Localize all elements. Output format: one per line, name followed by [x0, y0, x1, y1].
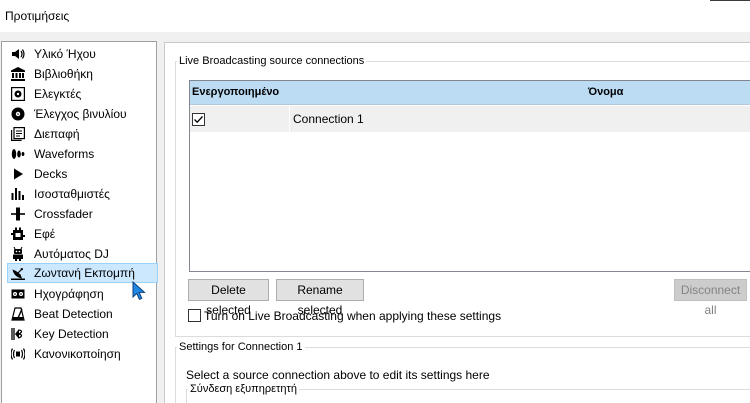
vinyl-icon	[11, 107, 25, 121]
server-connection-title: Σύνδεση εξυπηρετητή	[190, 383, 297, 395]
sidebar-item-label: Crossfader	[34, 207, 93, 221]
sidebar-item-label: Ζωντανή Εκπομπή	[34, 266, 135, 280]
interface-icon	[11, 127, 25, 141]
disconnect-all-button[interactable]: Disconnect all	[674, 279, 747, 317]
window-title: Προτιμήσεις	[5, 9, 70, 23]
enabled-cell[interactable]	[190, 106, 288, 132]
column-header-name[interactable]: Όνομα	[588, 86, 623, 98]
connection-enabled-checkbox[interactable]	[192, 113, 205, 126]
sidebar-item-label: Ηχογράφηση	[34, 287, 104, 301]
sidebar-item-key-detection[interactable]: Key Detection	[2, 324, 156, 344]
sidebar-item-label: Εφέ	[34, 227, 56, 241]
satellite-dish-icon	[11, 266, 25, 280]
sidebar-item-vinyl-control[interactable]: Έλεγχος βινυλίου	[2, 104, 156, 124]
column-header-enabled[interactable]: Ενεργοποιημένο	[192, 86, 279, 98]
waveform-icon	[11, 147, 25, 161]
sidebar-item-label: Βιβλιοθήκη	[34, 67, 93, 81]
speaker-icon	[11, 47, 25, 61]
sidebar-item-label: Beat Detection	[34, 307, 113, 321]
table-header: Ενεργοποιημένο Όνομα	[190, 81, 750, 105]
sidebar-item-label: Decks	[34, 167, 68, 181]
server-connection-group: Σύνδεση εξυπηρετητή	[186, 383, 750, 403]
sidebar-item-controllers[interactable]: Ελεγκτές	[2, 84, 156, 104]
sidebar-item-label: Key Detection	[34, 327, 109, 341]
sidebar-item-live-broadcasting[interactable]: Ζωντανή Εκπομπή	[7, 263, 158, 283]
source-connections-title: Live Broadcasting source connections	[179, 55, 365, 67]
recording-icon	[11, 287, 25, 301]
sidebar-item-auto-dj[interactable]: Αυτόματος DJ	[2, 244, 156, 264]
sidebar-item-waveforms[interactable]: Waveforms	[2, 144, 156, 164]
preferences-sidebar: Υλικό Ήχου Βιβλιοθήκη Ελεγκτές Έλεγχος β…	[1, 41, 158, 403]
equalizer-icon	[11, 187, 25, 201]
connection-settings-title: Settings for Connection 1	[179, 341, 303, 353]
sidebar-item-label: Υλικό Ήχου	[34, 47, 96, 61]
normalize-icon	[10, 347, 26, 361]
sidebar-item-label: Αυτόματος DJ	[34, 247, 109, 261]
title-bar: Προτιμήσεις	[0, 0, 750, 32]
effects-icon	[11, 227, 25, 241]
table-row[interactable]: Connection 1	[190, 106, 750, 132]
play-icon	[11, 167, 25, 181]
crossfader-icon	[11, 207, 25, 221]
connection-name-cell[interactable]: Connection 1	[289, 106, 750, 132]
rename-selected-button[interactable]: Rename selected	[276, 279, 364, 317]
sidebar-item-label: Έλεγχος βινυλίου	[34, 107, 127, 121]
settings-hint-text: Select a source connection above to edit…	[186, 368, 490, 382]
auto-enable-label[interactable]: Turn on Live Broadcasting when applying …	[204, 309, 501, 323]
delete-selected-button[interactable]: Delete selected	[188, 279, 269, 317]
sidebar-item-label: Ισοσταθμιστές	[34, 187, 110, 201]
sidebar-item-interface[interactable]: Διεπαφή	[2, 124, 156, 144]
connections-table: Ενεργοποιημένο Όνομα Connection 1	[189, 80, 750, 272]
robot-icon	[11, 246, 25, 261]
sidebar-item-crossfader[interactable]: Crossfader	[2, 204, 156, 224]
sidebar-item-equalizers[interactable]: Ισοσταθμιστές	[2, 184, 156, 204]
sidebar-item-label: Ελεγκτές	[34, 87, 82, 101]
mouse-cursor-icon	[132, 280, 146, 301]
connection-name: Connection 1	[293, 112, 364, 126]
sidebar-item-effects[interactable]: Εφέ	[2, 224, 156, 244]
sidebar-item-beat-detection[interactable]: Beat Detection	[2, 304, 156, 324]
sidebar-item-library[interactable]: Βιβλιοθήκη	[2, 64, 156, 84]
sidebar-item-label: Διεπαφή	[34, 127, 80, 141]
key-clef-icon	[11, 327, 25, 341]
settings-panel: Live Broadcasting source connections Ενε…	[164, 42, 750, 403]
sidebar-item-label: Κανονικοποίηση	[34, 347, 121, 361]
sidebar-item-normalization[interactable]: Κανονικοποίηση	[2, 344, 156, 364]
sidebar-item-sound-hardware[interactable]: Υλικό Ήχου	[2, 44, 156, 64]
controller-icon	[11, 87, 26, 102]
sidebar-item-decks[interactable]: Decks	[2, 164, 156, 184]
sidebar-item-label: Waveforms	[34, 147, 95, 161]
metronome-icon	[11, 307, 25, 321]
auto-enable-checkbox[interactable]	[188, 309, 201, 322]
title-bar-accent	[710, 0, 750, 1]
library-icon	[11, 67, 25, 81]
